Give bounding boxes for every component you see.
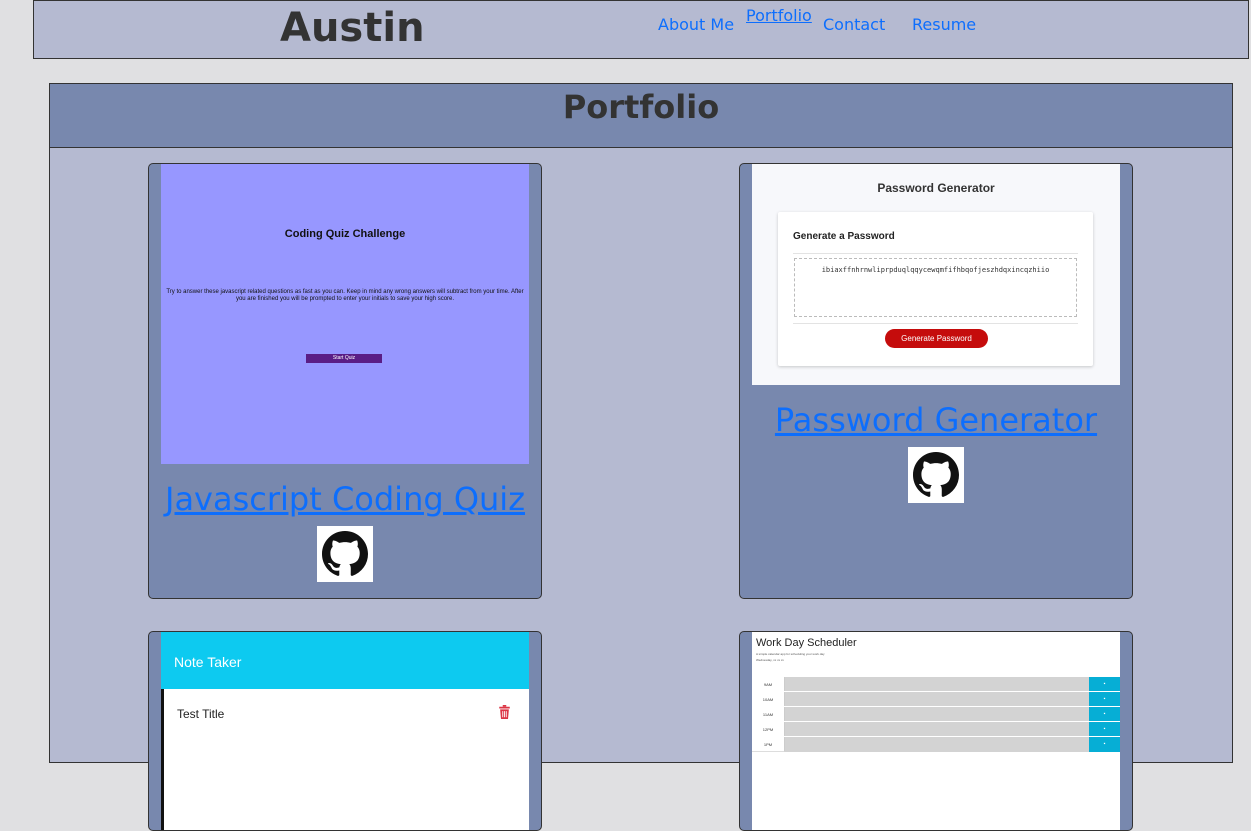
password-preview-heading: Password Generator xyxy=(877,181,995,195)
site-header: Austin About Me Portfolio Contact Resume xyxy=(33,0,1249,59)
scheduler-screenshot: Work Day Scheduler A simple calendar app… xyxy=(752,632,1120,830)
trash-icon xyxy=(499,705,510,719)
scheduler-row: 12PM ▪ xyxy=(752,721,1120,737)
site-brand: Austin xyxy=(280,5,425,51)
nav-portfolio[interactable]: Portfolio xyxy=(746,6,812,25)
nav-about-me[interactable]: About Me xyxy=(658,15,734,34)
scheduler-row: 11AM ▪ xyxy=(752,706,1120,722)
divider xyxy=(793,253,1078,254)
save-icon: ▪ xyxy=(1089,707,1120,722)
password-preview-generate-button: Generate Password xyxy=(885,329,988,348)
scheduler-row: 1PM ▪ xyxy=(752,736,1120,752)
github-icon[interactable] xyxy=(317,526,373,582)
note-taker-screenshot: Note Taker Test Title xyxy=(161,632,529,830)
save-icon: ▪ xyxy=(1089,692,1120,707)
password-preview-output: ibiaxffnhrnwliprpduqlqqycewqmfifhbqofjes… xyxy=(794,258,1077,317)
nav-resume[interactable]: Resume xyxy=(912,15,976,34)
password-preview-subheading: Generate a Password xyxy=(793,231,895,242)
portfolio-title: Portfolio xyxy=(562,88,720,126)
portfolio-header: Portfolio xyxy=(50,84,1232,148)
github-icon[interactable] xyxy=(908,447,964,503)
project-link-password[interactable]: Password Generator xyxy=(740,401,1132,439)
project-card-note-taker: Note Taker Test Title xyxy=(148,631,542,831)
project-card-scheduler: Work Day Scheduler A simple calendar app… xyxy=(739,631,1133,831)
quiz-preview-body: Try to answer these javascript related q… xyxy=(166,289,524,302)
note-preview-heading: Note Taker xyxy=(174,654,242,670)
save-icon: ▪ xyxy=(1089,722,1120,737)
save-icon: ▪ xyxy=(1089,677,1120,692)
scheduler-preview-subtext: A simple calendar app for scheduling you… xyxy=(756,652,825,662)
scheduler-preview-heading: Work Day Scheduler xyxy=(756,637,857,649)
note-preview-navbar: Note Taker xyxy=(161,632,529,689)
quiz-preview-heading: Coding Quiz Challenge xyxy=(284,228,406,240)
project-link-quiz[interactable]: Javascript Coding Quiz xyxy=(149,480,541,518)
password-preview-card: Generate a Password ibiaxffnhrnwliprpduq… xyxy=(778,212,1093,366)
project-card-password: Password Generator Generate a Password i… xyxy=(739,163,1133,599)
save-icon: ▪ xyxy=(1089,737,1120,752)
portfolio-section: Portfolio Coding Quiz Challenge Try to a… xyxy=(49,83,1233,831)
divider xyxy=(793,323,1078,324)
scheduler-row: 9AM ▪ xyxy=(752,676,1120,692)
project-card-quiz: Coding Quiz Challenge Try to answer thes… xyxy=(148,163,542,599)
scheduler-row: 10AM ▪ xyxy=(752,691,1120,707)
quiz-screenshot: Coding Quiz Challenge Try to answer thes… xyxy=(161,164,529,464)
note-preview-item: Test Title xyxy=(177,707,225,721)
nav-contact[interactable]: Contact xyxy=(823,15,885,34)
quiz-preview-start-button: Start Quiz xyxy=(306,354,382,363)
password-screenshot: Password Generator Generate a Password i… xyxy=(752,164,1120,385)
